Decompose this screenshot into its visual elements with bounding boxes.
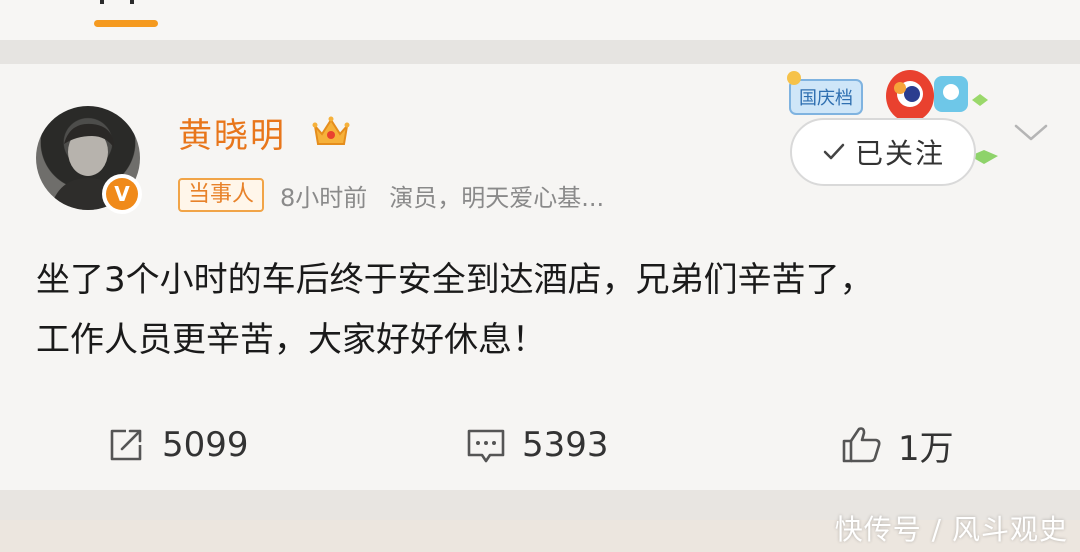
repost-icon: [110, 429, 142, 461]
chevron-down-icon[interactable]: [1012, 118, 1050, 146]
comment-icon: [467, 429, 505, 463]
action-bar: 5099 5393 1万: [0, 410, 1080, 480]
post-body[interactable]: 坐了3个小时的车后终于安全到达酒店，兄弟们辛苦了， 工作人员更辛苦，大家好好休息…: [36, 250, 1046, 370]
weibo-post-screen: V 黄晓明 当事人 8小时前 演员，明天爱心基... 国庆档 已关注 坐了3个小…: [0, 0, 1080, 552]
active-tab-indicator: [94, 20, 158, 27]
post-text-line: 工作人员更辛苦，大家好好休息！: [36, 320, 546, 360]
crown-icon: [312, 116, 350, 145]
follow-label: 已关注: [854, 137, 945, 170]
like-count: 1万: [898, 428, 954, 469]
post-time: 8小时前: [280, 183, 368, 212]
tab-label-fragment: [130, 0, 134, 4]
user-description: 演员，明天爱心基...: [389, 183, 605, 212]
comment-button[interactable]: 5393: [464, 410, 609, 480]
repost-count: 5099: [162, 425, 249, 465]
tab-header: [0, 0, 1080, 40]
like-button[interactable]: 1万: [840, 410, 954, 480]
verified-icon: V: [102, 174, 142, 214]
like-icon: [842, 427, 881, 463]
comment-count: 5393: [522, 425, 609, 465]
verified-badge-glyph: V: [106, 178, 138, 210]
post-text-line: 坐了3个小时的车后终于安全到达酒店，兄弟们辛苦了，: [36, 260, 874, 300]
tab-label-fragment: [100, 0, 104, 4]
username[interactable]: 黄晓明: [178, 108, 286, 157]
watermark: 快传号 / 风斗观史: [834, 513, 1068, 546]
role-tag: 当事人: [178, 178, 265, 212]
feed-separator: [0, 40, 1080, 64]
repost-button[interactable]: 5099: [104, 410, 249, 480]
event-label: 国庆档: [799, 88, 853, 109]
follow-button[interactable]: 已关注: [790, 118, 976, 186]
post-meta: 当事人 8小时前 演员，明天爱心基...: [178, 178, 604, 212]
check-icon: [823, 143, 845, 160]
